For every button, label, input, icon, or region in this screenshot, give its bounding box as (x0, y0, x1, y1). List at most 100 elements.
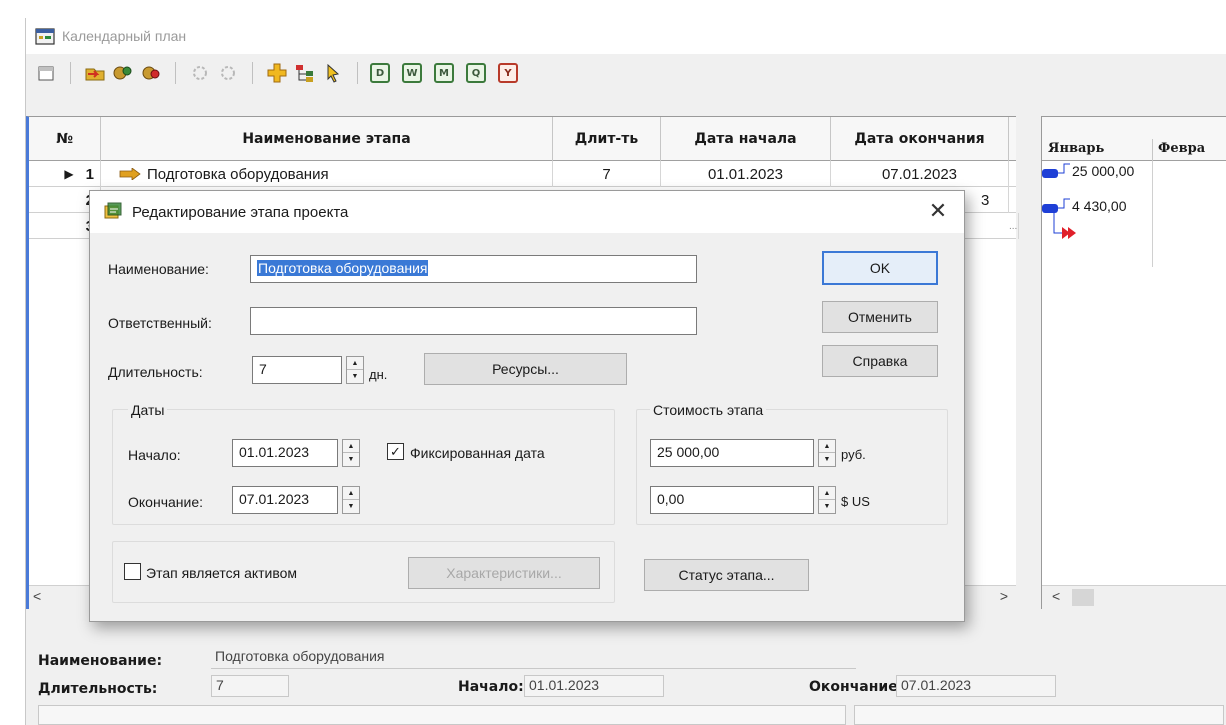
dates-group-label: Даты (128, 402, 168, 418)
spin-up-icon[interactable]: ▲ (819, 440, 835, 453)
spin-down-icon[interactable]: ▼ (819, 500, 835, 513)
week-scale-button[interactable]: W (402, 63, 422, 83)
help-button[interactable]: Справка (822, 345, 938, 377)
cost-rub-spinner[interactable]: ▲ ▼ (818, 439, 836, 467)
gears-icon[interactable] (111, 61, 135, 85)
row-number: ▶ 1 (29, 161, 101, 187)
spin-up-icon[interactable]: ▲ (819, 487, 835, 500)
row-indicator-icon: ▶ (64, 167, 74, 181)
spin-down-icon[interactable]: ▼ (343, 500, 359, 513)
gear-outline-icon[interactable] (216, 61, 240, 85)
info-name-label: Наименование: (38, 653, 163, 669)
month-scale-button[interactable]: M (434, 63, 454, 83)
tree-icon[interactable] (293, 61, 317, 85)
spin-down-icon[interactable]: ▼ (347, 370, 363, 383)
name-input-value: Подготовка оборудования (257, 260, 429, 276)
scroll-left-icon[interactable]: < (1052, 588, 1060, 604)
scroll-right-icon[interactable]: > (1000, 588, 1008, 604)
grid-header: № Наименование этапа Длит-ть Дата начала… (29, 117, 1016, 161)
title-bar: Календарный план (26, 18, 1226, 54)
spin-down-icon[interactable]: ▼ (819, 453, 835, 466)
info-duration-value: 7 (211, 675, 289, 697)
gantt-month-january: Январь (1048, 141, 1105, 156)
scroll-thumb[interactable] (1072, 589, 1094, 606)
gantt-value-2: 4 430,00 (1072, 198, 1127, 214)
spin-up-icon[interactable]: ▲ (343, 487, 359, 500)
spin-down-icon[interactable]: ▼ (343, 453, 359, 466)
gear-outline-icon[interactable] (188, 61, 212, 85)
spin-up-icon[interactable]: ▲ (343, 440, 359, 453)
gantt-month-february: Февра (1158, 141, 1206, 156)
toolbar: D W M Q Y (26, 56, 1226, 90)
spin-up-icon[interactable]: ▲ (347, 357, 363, 370)
start-date-spinner[interactable]: ▲ ▼ (342, 439, 360, 467)
gears-red-icon[interactable] (139, 61, 163, 85)
project-stage-icon (104, 202, 122, 219)
day-scale-button[interactable]: D (370, 63, 390, 83)
gantt-value-1: 25 000,00 (1072, 163, 1135, 179)
name-input[interactable]: Подготовка оборудования (250, 255, 697, 283)
close-icon[interactable]: ✕ (926, 199, 950, 223)
resources-button[interactable]: Ресурсы... (424, 353, 627, 385)
pointer-icon[interactable] (321, 61, 345, 85)
plus-icon[interactable] (265, 61, 289, 85)
fixed-date-checkbox[interactable]: ✓ (387, 443, 404, 460)
toolbar-separator (357, 62, 358, 84)
gantt-bar-1 (1042, 169, 1058, 178)
toolbar-separator (175, 62, 176, 84)
column-header-end[interactable]: Дата окончания (831, 117, 1009, 161)
table-row[interactable]: ▶ 1 Подготовка оборудования 7 01.01.2023… (29, 161, 1016, 187)
row-number-text: 1 (85, 165, 94, 183)
start-date-input[interactable]: 01.01.2023 (232, 439, 338, 467)
quarter-scale-button[interactable]: Q (466, 63, 486, 83)
column-header-start[interactable]: Дата начала (661, 117, 831, 161)
row-name: Подготовка оборудования (101, 161, 553, 187)
info-duration-label: Длительность: (38, 681, 158, 697)
cost-usd-unit: $ US (841, 494, 870, 509)
name-label: Наименование: (108, 261, 209, 277)
end-label: Окончание: (128, 494, 203, 510)
duration-spinner[interactable]: ▲ ▼ (346, 356, 364, 384)
responsible-input[interactable] (250, 307, 697, 335)
info-name-value: Подготовка оборудования (211, 647, 856, 669)
end-date-input[interactable]: 07.01.2023 (232, 486, 338, 514)
row-end: 07.01.2023 (831, 161, 1009, 187)
stage-arrow-icon (119, 168, 141, 180)
scroll-left-icon[interactable]: < (33, 588, 41, 604)
window-title: Календарный план (62, 28, 187, 44)
row-name-text: Подготовка оборудования (147, 165, 329, 183)
gantt-milestone-arrow (1062, 227, 1076, 239)
info-start-label: Начало: (458, 679, 524, 695)
stage-info-panel: Наименование: Подготовка оборудования Дл… (26, 613, 1226, 725)
cost-rub-unit: руб. (841, 447, 866, 462)
info-panel-left (38, 705, 846, 725)
column-header-number[interactable]: № (29, 117, 101, 161)
end-date-spinner[interactable]: ▲ ▼ (342, 486, 360, 514)
cost-usd-spinner[interactable]: ▲ ▼ (818, 486, 836, 514)
cell-ellipsis: ... (1009, 213, 1019, 239)
duration-label: Длительность: (108, 364, 203, 380)
column-header-duration[interactable]: Длит-ть (553, 117, 661, 161)
gantt-horizontal-scrollbar[interactable]: < (1042, 585, 1226, 609)
arrow-folder-icon[interactable] (83, 61, 107, 85)
ok-button[interactable]: OK (822, 251, 938, 285)
gantt-header: Январь Февра (1042, 117, 1226, 161)
toolbar-separator (252, 62, 253, 84)
stage-status-button[interactable]: Статус этапа... (644, 559, 809, 591)
cost-usd-input[interactable]: 0,00 (650, 486, 814, 514)
duration-input[interactable]: 7 (252, 356, 342, 384)
gantt-chart: Январь Февра 25 000,00 4 430,00 < (1041, 116, 1226, 609)
characteristics-button[interactable]: Характеристики... (408, 557, 600, 589)
gantt-month-divider (1152, 139, 1153, 161)
year-scale-button[interactable]: Y (498, 63, 518, 83)
start-label: Начало: (128, 447, 181, 463)
info-end-value: 07.01.2023 (896, 675, 1056, 697)
cost-rub-input[interactable]: 25 000,00 (650, 439, 814, 467)
calendar-icon[interactable] (34, 61, 58, 85)
cost-group-label: Стоимость этапа (650, 402, 767, 418)
dialog-title: Редактирование этапа проекта (132, 203, 349, 221)
asset-checkbox[interactable] (124, 563, 141, 580)
column-header-name[interactable]: Наименование этапа (101, 117, 553, 161)
cancel-button[interactable]: Отменить (822, 301, 938, 333)
gantt-link-1 (1058, 163, 1070, 174)
